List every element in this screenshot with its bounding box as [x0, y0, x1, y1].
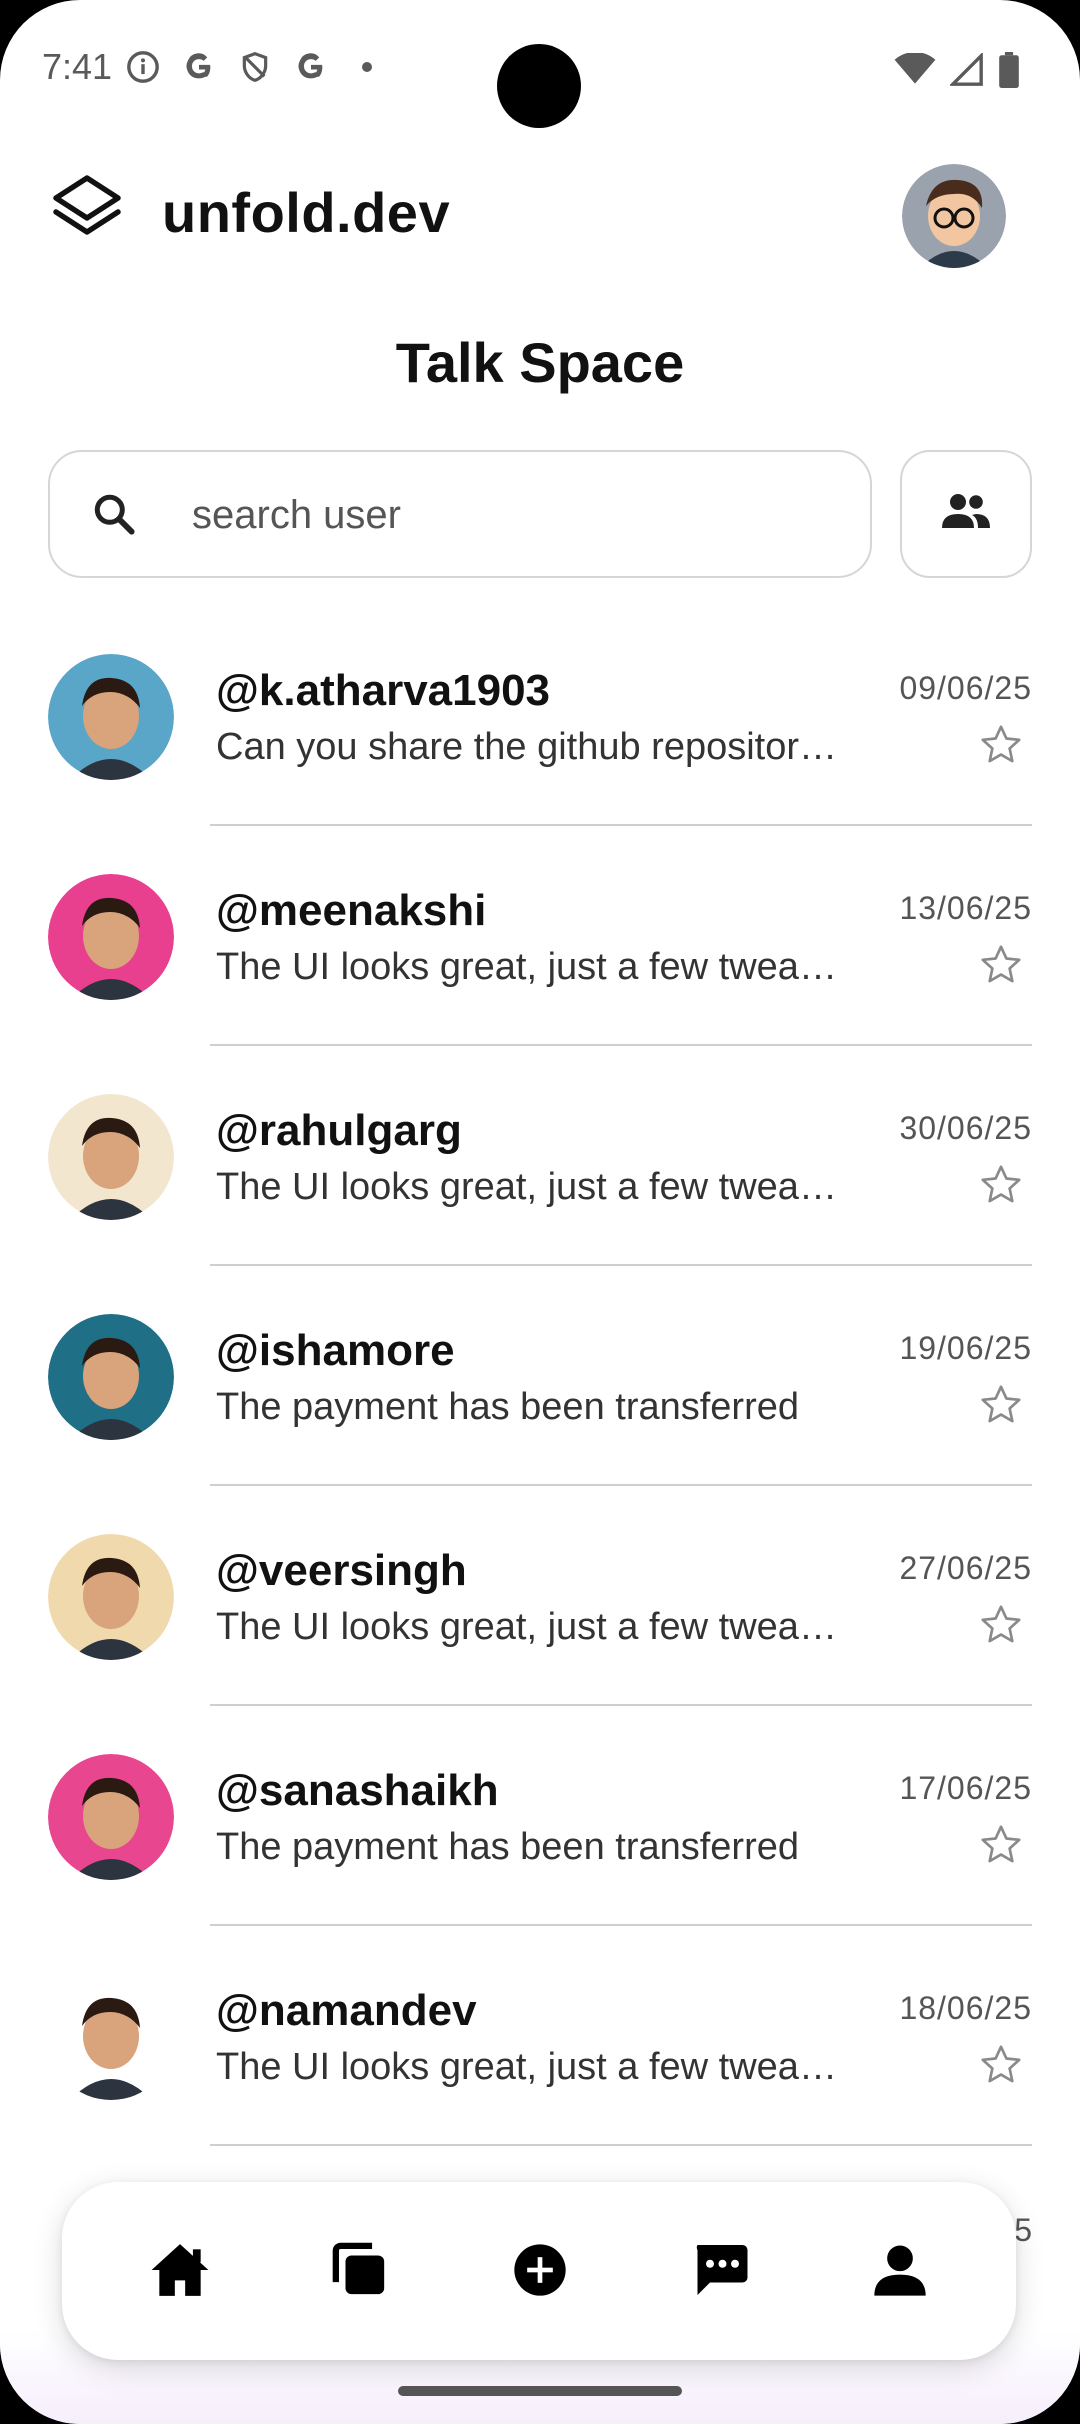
chat-date: 27/06/25	[899, 1550, 1032, 1586]
group-icon	[938, 492, 994, 537]
app-header: unfold.dev	[0, 150, 1080, 280]
chat-row[interactable]: @ishamore The payment has been transferre…	[0, 1300, 1080, 1520]
google-icon	[182, 50, 216, 84]
chat-row[interactable]: @meenakshi The UI looks great, just a few…	[0, 860, 1080, 1080]
chat-username: @meenakshi	[216, 886, 487, 935]
search-input[interactable]	[190, 476, 834, 554]
star-icon[interactable]	[978, 2042, 1024, 2088]
star-icon[interactable]	[978, 1382, 1024, 1428]
chat-date: 19/06/25	[899, 1330, 1032, 1366]
pages-icon	[331, 2241, 389, 2304]
chat-username: @sanashaikh	[216, 1766, 499, 1815]
app-title: unfold.dev	[162, 181, 451, 244]
row-divider	[210, 1044, 1032, 1046]
chat-date: 17/06/25	[899, 1770, 1032, 1806]
battery-icon	[998, 52, 1020, 93]
chat-row[interactable]: @veersingh The UI looks great, just a few…	[0, 1520, 1080, 1740]
nav-pages-button[interactable]	[324, 2236, 396, 2308]
nav-add-button[interactable]	[504, 2236, 576, 2308]
dot-icon	[350, 50, 384, 84]
chat-message-preview: The UI looks great, just a few tweaks ne…	[216, 1166, 846, 1208]
user-avatar[interactable]	[48, 1754, 174, 1880]
star-icon[interactable]	[978, 942, 1024, 988]
user-avatar[interactable]	[48, 1534, 174, 1660]
status-left-icons	[126, 50, 384, 84]
status-bar: 7:41	[0, 0, 1080, 140]
user-avatar[interactable]	[48, 1314, 174, 1440]
page-title: Talk Space	[395, 331, 685, 394]
status-right-icons	[894, 51, 1020, 93]
wifi-icon	[894, 52, 936, 92]
chat-row[interactable]: @namandev The UI looks great, just a few …	[0, 1960, 1080, 2180]
shield-icon	[238, 50, 272, 84]
user-avatar[interactable]	[48, 1094, 174, 1220]
screen: 7:41 unfold.dev Talk Space search user @…	[0, 0, 1080, 2424]
row-divider	[210, 1484, 1032, 1486]
chat-date: 18/06/25	[899, 1990, 1032, 2026]
row-divider	[210, 1264, 1032, 1266]
status-time: 7:41	[42, 46, 113, 87]
chat-username: @rahulgarg	[216, 1106, 462, 1155]
bottom-navigation	[62, 2182, 1016, 2360]
star-icon[interactable]	[978, 1822, 1024, 1868]
star-icon[interactable]	[978, 1162, 1024, 1208]
chat-message-preview: The UI looks great, just a few tweaks ne…	[216, 946, 846, 988]
chat-username: @ishamore	[216, 1326, 455, 1375]
add-icon	[512, 2242, 568, 2303]
row-divider	[210, 1704, 1032, 1706]
home-icon	[149, 2241, 211, 2304]
nav-profile-button[interactable]	[864, 2236, 936, 2308]
partial-date: 5	[1014, 2212, 1032, 2248]
home-indicator[interactable]	[398, 2386, 682, 2396]
profile-avatar[interactable]	[902, 164, 1006, 268]
chat-date: 30/06/25	[899, 1110, 1032, 1146]
camera-cutout	[497, 44, 581, 128]
chat-date: 13/06/25	[899, 890, 1032, 926]
chat-row[interactable]: @k.atharva1903 Can you share the github r…	[0, 640, 1080, 860]
nav-home-button[interactable]	[144, 2236, 216, 2308]
user-avatar[interactable]	[48, 874, 174, 1000]
group-users-button[interactable]	[900, 450, 1032, 578]
row-divider	[210, 1924, 1032, 1926]
chat-username: @k.atharva1903	[216, 666, 551, 715]
chat-row[interactable]: @rahulgarg The UI looks great, just a few…	[0, 1080, 1080, 1300]
chat-message-preview: Can you share the github repository link…	[216, 726, 846, 768]
user-avatar[interactable]	[48, 654, 174, 780]
user-avatar[interactable]	[48, 1974, 174, 2100]
chat-icon	[690, 2242, 750, 2303]
chat-date: 09/06/25	[899, 670, 1032, 706]
search-box[interactable]	[48, 450, 872, 578]
row-divider	[210, 824, 1032, 826]
chat-message-preview: The UI looks great, just a few tweaks ne…	[216, 1606, 846, 1648]
search-icon	[90, 490, 140, 540]
layers-logo-icon	[50, 174, 124, 252]
star-icon[interactable]	[978, 722, 1024, 768]
profile-icon	[872, 2241, 928, 2304]
chat-message-preview: The payment has been transferred	[216, 1826, 800, 1868]
row-divider	[210, 2144, 1032, 2146]
info-icon	[126, 50, 160, 84]
nav-chat-button[interactable]	[684, 2236, 756, 2308]
chat-username: @veersingh	[216, 1546, 467, 1595]
star-icon[interactable]	[978, 1602, 1024, 1648]
chat-row[interactable]: @sanashaikh The payment has been transfer…	[0, 1740, 1080, 1960]
chat-username: @namandev	[216, 1986, 477, 2035]
chat-message-preview: The UI looks great, just a few tweaks ne…	[216, 2046, 846, 2088]
google-icon-2	[294, 50, 328, 84]
chat-message-preview: The payment has been transferred	[216, 1386, 800, 1428]
signal-icon	[948, 51, 984, 92]
